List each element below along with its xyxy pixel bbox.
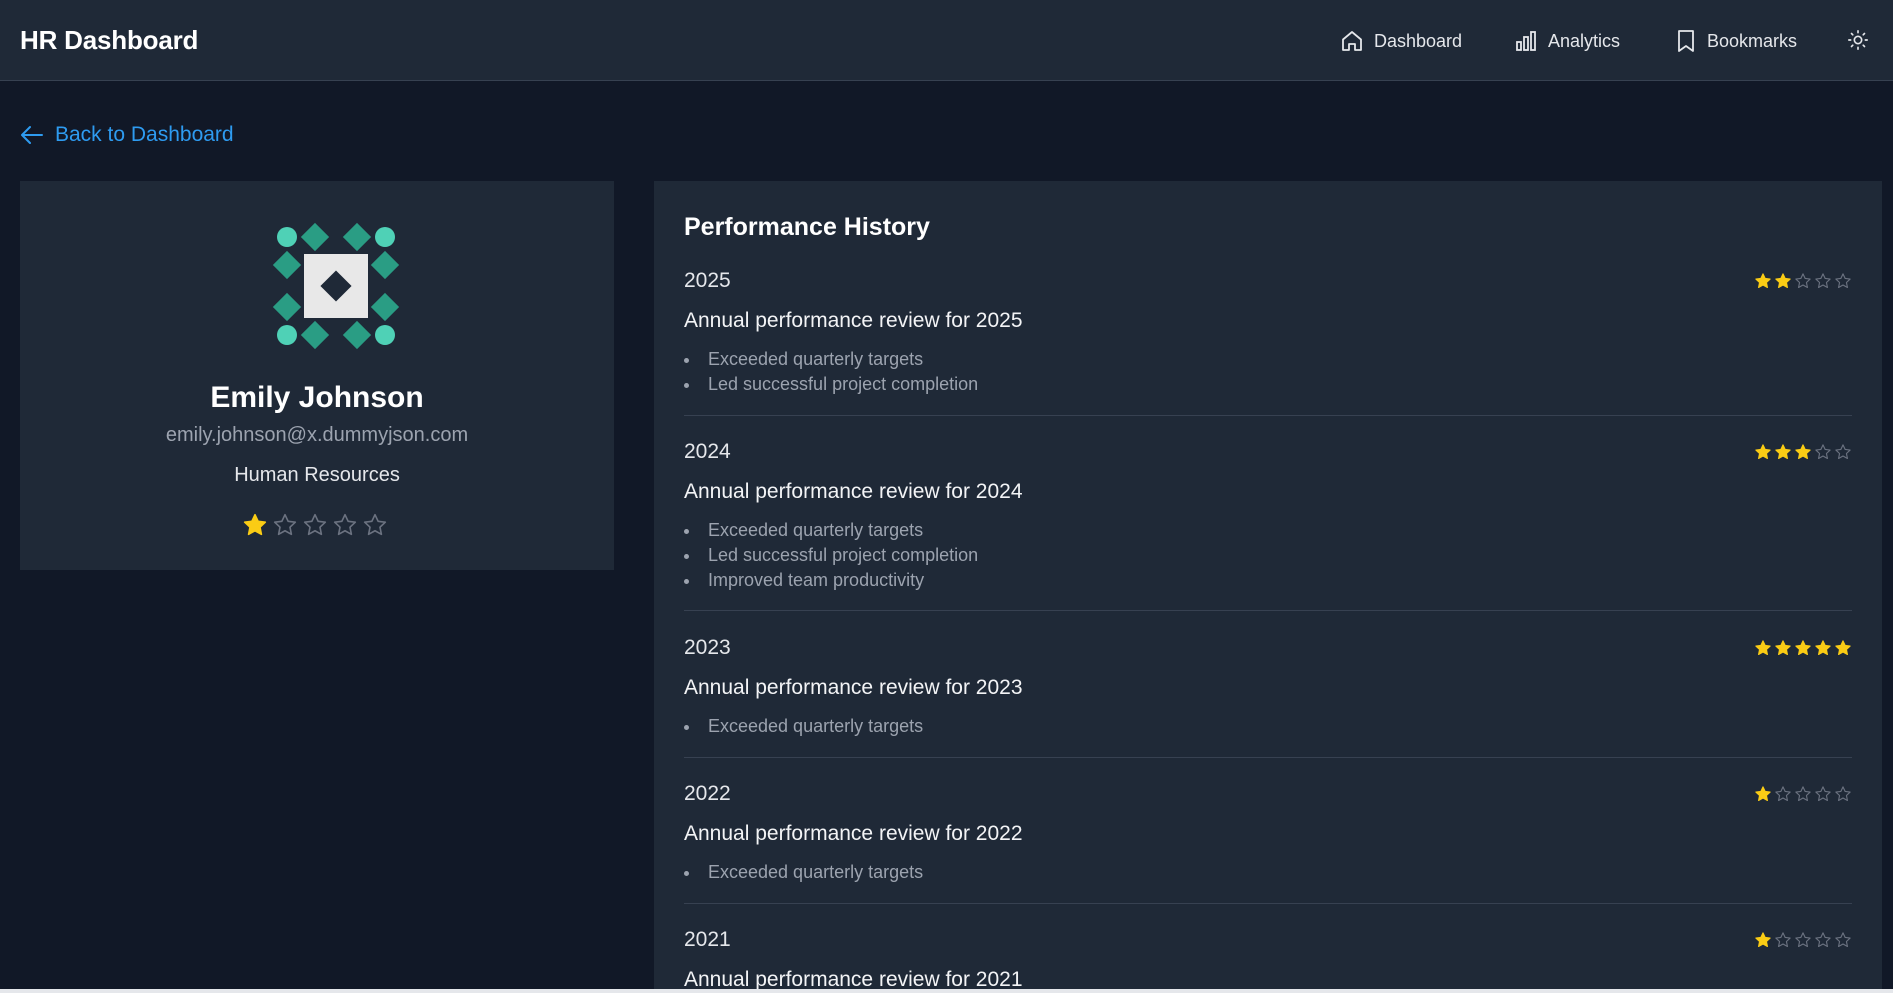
review-year: 2023: [684, 636, 731, 659]
review-year: 2021: [684, 928, 731, 951]
nav-analytics-label: Analytics: [1548, 30, 1621, 51]
review-rating: [1754, 785, 1852, 803]
star-filled-icon: [1795, 640, 1811, 656]
list-item: Exceeded quarterly targets: [683, 518, 978, 543]
star-empty-icon: [1775, 786, 1791, 802]
performance-history-title: Performance History: [684, 213, 930, 241]
star-empty-icon: [273, 513, 297, 536]
review-description: Annual performance review for 2022: [684, 822, 1023, 845]
bookmark-icon: [1678, 30, 1694, 52]
sun-icon: [1848, 30, 1868, 50]
back-link-label: Back to Dashboard: [55, 123, 234, 146]
list-item: Improved team productivity: [683, 568, 978, 593]
star-filled-icon: [1775, 640, 1791, 656]
review-highlights: Exceeded quarterly targets: [683, 860, 923, 885]
star-filled-icon: [1755, 444, 1771, 460]
arrow-left-icon: [21, 126, 43, 144]
theme-toggle-button[interactable]: [1847, 29, 1869, 56]
review-year: 2022: [684, 782, 731, 805]
review-description: Annual performance review for 2024: [684, 480, 1023, 503]
nav-bookmarks[interactable]: Bookmarks: [1675, 28, 1797, 54]
star-empty-icon: [1835, 786, 1851, 802]
nav-bookmarks-label: Bookmarks: [1707, 30, 1798, 51]
divider: [684, 610, 1852, 611]
divider: [684, 903, 1852, 904]
nav-analytics[interactable]: Analytics: [1514, 28, 1620, 54]
review-rating: [1754, 931, 1852, 949]
star-empty-icon: [1815, 786, 1831, 802]
review-highlights: Exceeded quarterly targets Led successfu…: [683, 347, 978, 397]
star-empty-icon: [303, 513, 327, 536]
review-highlights: Exceeded quarterly targets: [683, 714, 923, 739]
star-filled-icon: [1775, 444, 1791, 460]
star-filled-icon: [1755, 273, 1771, 289]
review-description: Annual performance review for 2023: [684, 676, 1023, 699]
star-empty-icon: [1815, 444, 1831, 460]
star-filled-icon: [1775, 273, 1791, 289]
review-year: 2024: [684, 440, 731, 463]
review-rating: [1754, 443, 1852, 461]
star-empty-icon: [1835, 444, 1851, 460]
star-empty-icon: [1815, 273, 1831, 289]
list-item: Exceeded quarterly targets: [683, 347, 978, 372]
divider: [684, 757, 1852, 758]
star-filled-icon: [1795, 444, 1811, 460]
bar-chart-icon: [1516, 31, 1536, 51]
list-item: Led successful project completion: [683, 543, 978, 568]
performance-history-card: Performance History 2025 Annual performa…: [654, 181, 1882, 993]
review-highlights: Exceeded quarterly targets Led successfu…: [683, 518, 978, 593]
star-empty-icon: [1815, 932, 1831, 948]
review-rating: [1754, 272, 1852, 290]
employee-department: Human Resources: [234, 464, 400, 486]
star-empty-icon: [1835, 273, 1851, 289]
review-rating: [1754, 639, 1852, 657]
avatar: [272, 222, 400, 350]
star-filled-icon: [1755, 640, 1771, 656]
employee-email: emily.johnson@x.dummyjson.com: [165, 424, 469, 446]
top-navbar: HR Dashboard Dashboard Analytics Bookmar…: [0, 0, 1893, 81]
star-filled-icon: [243, 513, 267, 536]
home-icon: [1342, 31, 1362, 51]
window-bottom-edge: [0, 989, 1893, 993]
star-filled-icon: [1755, 932, 1771, 948]
star-filled-icon: [1835, 640, 1851, 656]
star-filled-icon: [1755, 786, 1771, 802]
employee-profile-card: Emily Johnson emily.johnson@x.dummyjson.…: [20, 181, 614, 570]
list-item: Exceeded quarterly targets: [683, 860, 923, 885]
star-filled-icon: [1815, 640, 1831, 656]
nav-dashboard[interactable]: Dashboard: [1340, 28, 1462, 54]
app-title[interactable]: HR Dashboard: [20, 25, 198, 56]
review-description: Annual performance review for 2025: [684, 309, 1023, 332]
employee-rating: [242, 512, 388, 538]
star-empty-icon: [1795, 786, 1811, 802]
star-empty-icon: [1795, 273, 1811, 289]
star-empty-icon: [363, 513, 387, 536]
review-year: 2025: [684, 269, 731, 292]
employee-name: Emily Johnson: [210, 381, 424, 414]
list-item: Exceeded quarterly targets: [683, 714, 923, 739]
nav-dashboard-label: Dashboard: [1374, 30, 1463, 51]
star-empty-icon: [1795, 932, 1811, 948]
list-item: Led successful project completion: [683, 372, 978, 397]
star-empty-icon: [1835, 932, 1851, 948]
star-empty-icon: [333, 513, 357, 536]
divider: [684, 415, 1852, 416]
star-empty-icon: [1775, 932, 1791, 948]
back-to-dashboard-link[interactable]: Back to Dashboard: [20, 122, 234, 148]
